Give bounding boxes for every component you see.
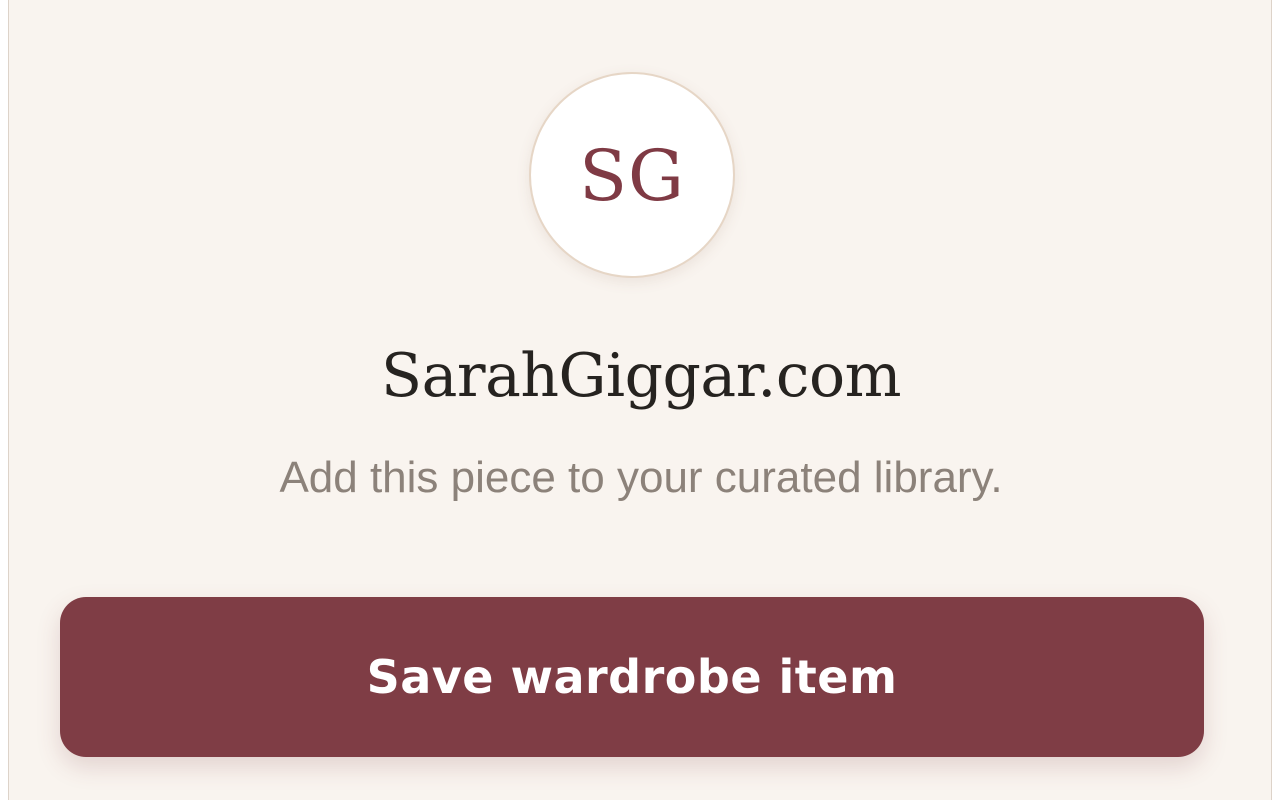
avatar: SG bbox=[529, 72, 735, 278]
site-name: SarahGiggar.com bbox=[381, 341, 901, 411]
avatar-initials: SG bbox=[579, 135, 685, 217]
save-panel: SG SarahGiggar.com Add this piece to you… bbox=[8, 0, 1272, 800]
subtitle: Add this piece to your curated library. bbox=[279, 453, 1003, 502]
save-wardrobe-item-button[interactable]: Save wardrobe item bbox=[60, 597, 1204, 757]
